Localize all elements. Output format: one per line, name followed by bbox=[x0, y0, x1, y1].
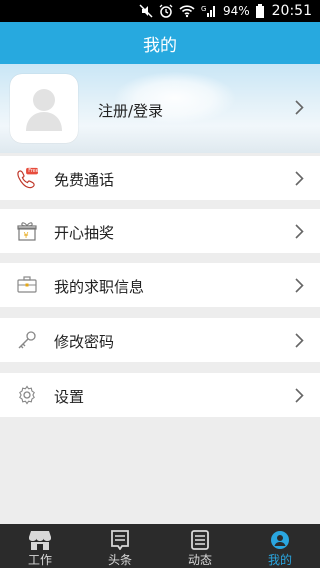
chevron-right-icon bbox=[295, 278, 304, 297]
menu-label: 开心抽奖 bbox=[54, 224, 115, 242]
menu-label: 我的求职信息 bbox=[54, 278, 145, 296]
bottom-nav: 工作 头条 动态 我的 bbox=[0, 524, 320, 568]
shop-icon bbox=[29, 529, 51, 550]
clock: 20:51 bbox=[271, 3, 312, 19]
mute-icon bbox=[139, 0, 153, 22]
title-bar: 我的 bbox=[0, 22, 320, 64]
gear-icon bbox=[16, 385, 38, 405]
feed-icon bbox=[190, 529, 210, 550]
news-icon bbox=[110, 529, 130, 550]
status-bar: G 94% 20:51 bbox=[0, 0, 320, 22]
menu-item-change-password[interactable]: 修改密码 bbox=[0, 318, 320, 362]
chevron-right-icon bbox=[295, 388, 304, 407]
login-register-link[interactable]: 注册/登录 bbox=[98, 100, 163, 121]
tab-mine[interactable]: 我的 bbox=[240, 524, 320, 568]
user-icon bbox=[270, 529, 290, 550]
tab-label: 工作 bbox=[27, 553, 52, 567]
svg-text:¥: ¥ bbox=[24, 231, 29, 240]
wifi-icon bbox=[179, 0, 195, 22]
tab-label: 动态 bbox=[187, 553, 212, 567]
menu-label: 设置 bbox=[54, 388, 85, 406]
chevron-right-icon bbox=[295, 224, 304, 243]
signal-icon: G bbox=[201, 0, 217, 22]
chevron-right-icon bbox=[295, 171, 304, 190]
chevron-right-icon bbox=[295, 100, 304, 119]
tab-headlines[interactable]: 头条 bbox=[80, 524, 160, 568]
tab-work[interactable]: 工作 bbox=[0, 524, 80, 568]
menu-label: 修改密码 bbox=[54, 333, 115, 351]
battery-icon bbox=[255, 0, 264, 22]
free-badge: Free bbox=[28, 168, 39, 174]
chevron-right-icon bbox=[295, 333, 304, 352]
tab-label: 我的 bbox=[267, 553, 292, 567]
page-title: 我的 bbox=[143, 35, 177, 56]
default-user-icon bbox=[26, 88, 62, 131]
tab-feed[interactable]: 动态 bbox=[160, 524, 240, 568]
battery-percentage: 94% bbox=[222, 4, 250, 18]
gift-icon: ¥ bbox=[16, 221, 38, 241]
profile-header[interactable]: 注册/登录 bbox=[0, 64, 320, 153]
briefcase-icon bbox=[16, 275, 38, 295]
alarm-icon bbox=[159, 0, 173, 22]
phone-free-icon: Free bbox=[16, 167, 39, 189]
menu-item-job-info[interactable]: 我的求职信息 bbox=[0, 263, 320, 307]
tab-label: 头条 bbox=[107, 553, 132, 567]
key-icon bbox=[16, 330, 38, 350]
avatar[interactable] bbox=[10, 74, 78, 143]
menu-item-free-call[interactable]: Free 免费通话 bbox=[0, 156, 320, 200]
menu-label: 免费通话 bbox=[54, 171, 115, 189]
menu-item-settings[interactable]: 设置 bbox=[0, 373, 320, 417]
menu-item-lottery[interactable]: ¥ 开心抽奖 bbox=[0, 209, 320, 253]
svg-text:G: G bbox=[201, 5, 206, 13]
